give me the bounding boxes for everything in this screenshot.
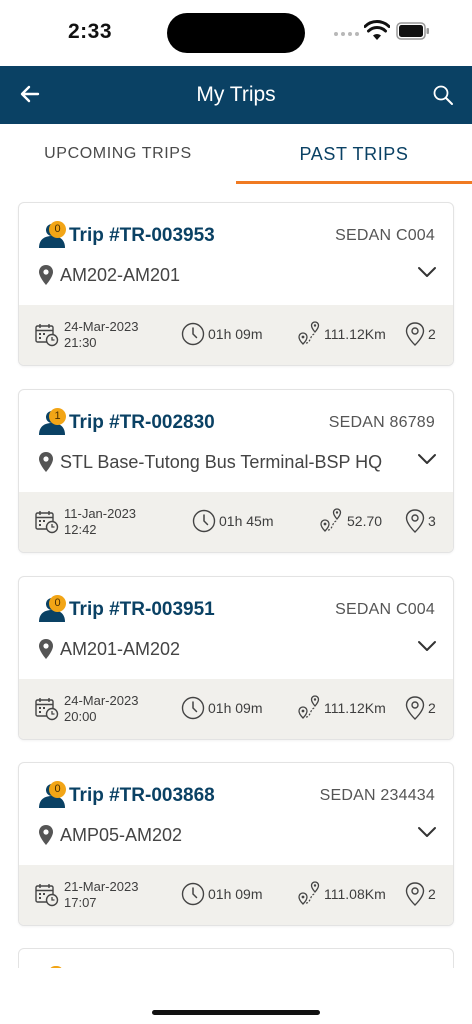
vehicle-name: SEDAN C004 [335, 601, 435, 618]
location-pin-icon [39, 639, 53, 659]
trip-tabs: UPCOMING TRIPS PAST TRIPS [0, 124, 472, 184]
route-icon [320, 508, 342, 532]
trip-details: 11-Jan-2023 12:42 01h 45m 52.70 3 [19, 492, 453, 552]
trip-card-partial[interactable] [18, 948, 454, 968]
location-pin-icon [39, 825, 53, 845]
stops-pin-icon [405, 509, 425, 533]
page-title: My Trips [196, 83, 276, 106]
trip-duration: 01h 09m [208, 700, 263, 716]
passenger-count-badge: 0 [49, 781, 66, 798]
calendar-clock-icon [35, 511, 59, 534]
stops-pin-icon [405, 696, 425, 720]
clock-icon [181, 322, 205, 346]
trip-card[interactable]: 0 Trip #TR-003868 SEDAN 234434 AMP05-AM2… [18, 762, 454, 926]
trip-duration: 01h 09m [208, 326, 263, 342]
calendar-clock-icon [35, 698, 59, 721]
home-indicator-area [0, 968, 472, 1024]
route-icon [298, 695, 320, 719]
status-bar: 2:33 [0, 0, 472, 66]
clock-icon [181, 696, 205, 720]
trip-stops: 2 [428, 700, 436, 716]
clock-icon [192, 509, 216, 533]
trip-distance: 111.12Km [324, 700, 386, 716]
trip-card-header: 1 Trip #TR-002830 SEDAN 86789 STL Base-T… [19, 390, 453, 492]
battery-icon [396, 22, 429, 40]
calendar-clock-icon [35, 884, 59, 907]
trip-date: 21-Mar-2023 17:07 [64, 879, 139, 910]
trip-card[interactable]: 1 Trip #TR-002830 SEDAN 86789 STL Base-T… [18, 389, 454, 553]
trip-stops: 2 [428, 886, 436, 902]
trip-card-header: 0 Trip #TR-003951 SEDAN C004 AM201-AM202 [19, 577, 453, 679]
cellular-signal-icon [334, 30, 360, 38]
chevron-down-icon[interactable] [417, 639, 437, 653]
search-button[interactable] [428, 80, 458, 110]
app-bar: My Trips [0, 66, 472, 124]
route-icon [298, 881, 320, 905]
chevron-down-icon[interactable] [417, 265, 437, 279]
trip-date: 24-Mar-2023 20:00 [64, 693, 139, 724]
stops-pin-icon [405, 322, 425, 346]
location-pin-icon [39, 452, 53, 472]
wifi-icon [364, 20, 390, 40]
trip-details: 24-Mar-2023 20:00 01h 09m 111.12Km 2 [19, 679, 453, 739]
status-time: 2:33 [68, 20, 113, 43]
chevron-down-icon[interactable] [417, 452, 437, 466]
calendar-clock-icon [35, 324, 59, 347]
trip-id: Trip #TR-003868 [69, 785, 215, 806]
vehicle-name: SEDAN 86789 [328, 414, 435, 431]
search-icon [433, 85, 453, 105]
trip-duration: 01h 45m [219, 513, 274, 529]
trip-details: 21-Mar-2023 17:07 01h 09m 111.08Km 2 [19, 865, 453, 925]
trip-id: Trip #TR-003951 [69, 599, 215, 620]
trip-route: AM201-AM202 [60, 639, 181, 659]
trip-card-header: 0 Trip #TR-003868 SEDAN 234434 AMP05-AM2… [19, 763, 453, 865]
passenger-count-badge: 0 [49, 595, 66, 612]
trip-details: 24-Mar-2023 21:30 01h 09m 111.12Km 2 [19, 305, 453, 365]
dynamic-island [167, 13, 305, 53]
stops-pin-icon [405, 882, 425, 906]
trip-id: Trip #TR-002830 [69, 412, 215, 433]
trip-card-header: 0 Trip #TR-003953 SEDAN C004 AM202-AM201 [19, 203, 453, 305]
passenger-count-badge: 1 [49, 408, 66, 425]
trip-date: 24-Mar-2023 21:30 [64, 319, 139, 350]
trip-list[interactable]: 0 Trip #TR-003953 SEDAN C004 AM202-AM201… [0, 184, 472, 968]
trip-route: AMP05-AM202 [60, 825, 183, 845]
location-pin-icon [39, 265, 53, 285]
trip-stops: 2 [428, 326, 436, 342]
tab-past-trips[interactable]: PAST TRIPS [236, 124, 472, 184]
trip-route: STL Base-Tutong Bus Terminal-BSP HQ [60, 452, 383, 472]
trip-id: Trip #TR-003953 [69, 225, 215, 246]
trip-distance: 52.70 [347, 513, 383, 529]
vehicle-name: SEDAN C004 [335, 227, 435, 244]
trip-date: 11-Jan-2023 12:42 [64, 506, 137, 537]
trip-duration: 01h 09m [208, 886, 263, 902]
tab-upcoming-trips[interactable]: UPCOMING TRIPS [0, 124, 236, 184]
trip-distance: 111.12Km [324, 326, 386, 342]
trip-card[interactable]: 0 Trip #TR-003951 SEDAN C004 AM201-AM202… [18, 576, 454, 740]
chevron-down-icon[interactable] [417, 825, 437, 839]
clock-icon [181, 882, 205, 906]
route-icon [298, 321, 320, 345]
home-indicator[interactable] [152, 1010, 320, 1015]
trip-route: AM202-AM201 [60, 265, 181, 285]
trip-distance: 111.08Km [324, 886, 386, 902]
my-trips-screen: 2:33 My Trips UPCOMING TRIPS PAST TRIPS … [0, 0, 472, 1024]
vehicle-name: SEDAN 234434 [319, 787, 435, 804]
trip-card[interactable]: 0 Trip #TR-003953 SEDAN C004 AM202-AM201… [18, 202, 454, 366]
passenger-count-badge: 0 [49, 221, 66, 238]
trip-stops: 3 [428, 513, 436, 529]
